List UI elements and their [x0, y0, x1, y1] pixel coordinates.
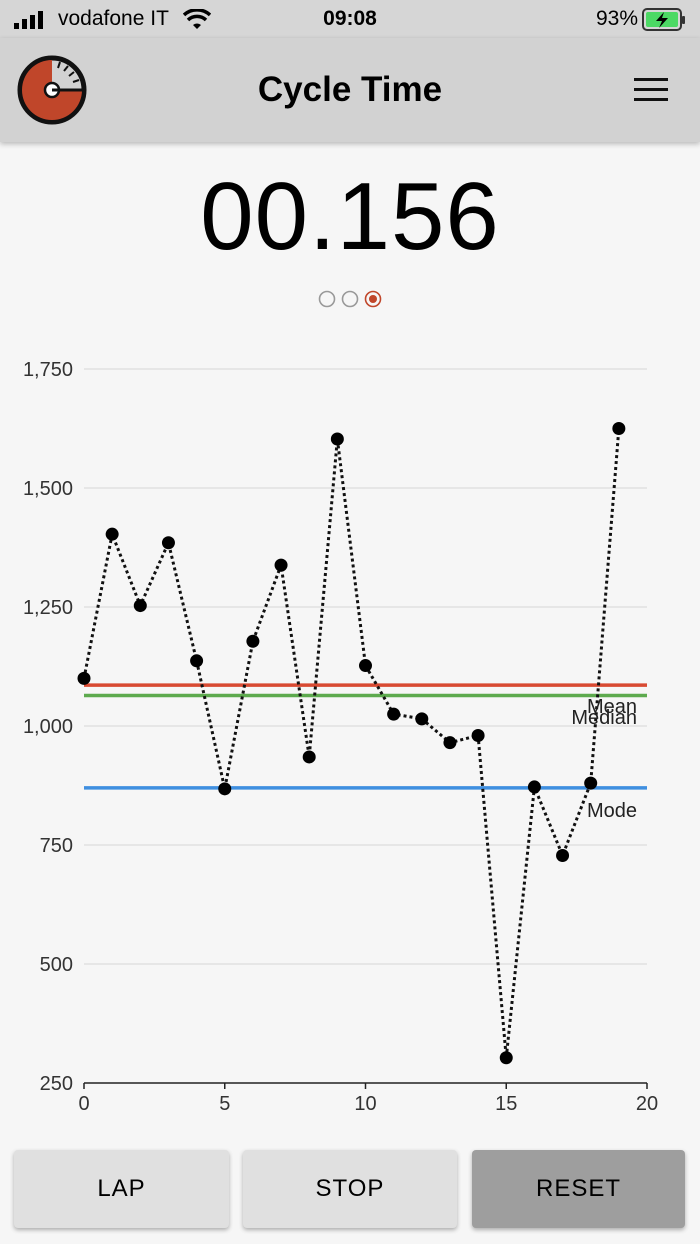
- y-tick-label: 1,250: [23, 597, 73, 619]
- data-point: [387, 707, 401, 721]
- y-tick-label: 1,750: [23, 359, 73, 381]
- menu-line: [634, 88, 668, 91]
- battery-percentage: 93%: [595, 7, 638, 30]
- x-tick-label: 20: [636, 1093, 658, 1115]
- data-point: [77, 671, 91, 685]
- x-tick-label: 5: [219, 1093, 230, 1115]
- median-label: Median: [571, 707, 637, 729]
- menu-line: [634, 78, 668, 81]
- page-title: Cycle Time: [257, 70, 443, 109]
- page-dot[interactable]: [341, 290, 359, 308]
- cycle-time-chart: 2505007501,0001,2501,5001,7500 5 10 15 20Mea…: [23, 359, 658, 1115]
- lap-button[interactable]: LAP: [14, 1150, 229, 1228]
- data-point: [556, 848, 570, 862]
- data-point: [359, 659, 372, 673]
- y-tick-label: 500: [40, 954, 73, 976]
- menu-line: [634, 98, 668, 101]
- data-point: [161, 536, 175, 550]
- reset-button[interactable]: RESET: [472, 1150, 685, 1228]
- mode-label: Mode: [587, 800, 637, 822]
- page-dot-fill: [369, 295, 377, 303]
- y-tick-label: 250: [40, 1073, 73, 1095]
- control-buttons: LAP STOP RESET: [0, 1150, 700, 1230]
- y-tick-label: 1,000: [23, 716, 73, 738]
- stop-button[interactable]: STOP: [243, 1150, 457, 1228]
- data-point: [302, 750, 316, 764]
- y-tick-label: 1,500: [23, 478, 73, 500]
- hamburger-menu-button[interactable]: [634, 78, 672, 106]
- page-indicator[interactable]: [318, 289, 384, 309]
- page-dot[interactable]: [318, 290, 336, 308]
- data-point: [105, 527, 119, 541]
- x-tick-label: 10: [354, 1093, 376, 1115]
- data-point: [274, 558, 288, 572]
- status-bar: vodafone IT 09:08 93%: [0, 0, 700, 38]
- data-point: [133, 599, 147, 613]
- y-tick-label: 750: [40, 835, 73, 857]
- data-point: [330, 432, 344, 446]
- x-tick-label: 15: [495, 1093, 517, 1115]
- data-point: [612, 422, 626, 435]
- data-point: [471, 729, 485, 743]
- data-point: [527, 780, 541, 794]
- battery-charging-icon: [642, 8, 685, 31]
- timer-display: 00.156: [200, 163, 500, 270]
- data-point: [246, 634, 260, 648]
- data-point: [218, 782, 232, 796]
- data-point: [584, 776, 598, 790]
- x-tick-label: 0: [78, 1093, 89, 1115]
- data-point: [443, 736, 457, 750]
- data-point: [499, 1051, 513, 1065]
- data-point: [190, 654, 204, 668]
- app-bar: Cycle Time: [0, 38, 700, 142]
- data-point: [415, 712, 429, 726]
